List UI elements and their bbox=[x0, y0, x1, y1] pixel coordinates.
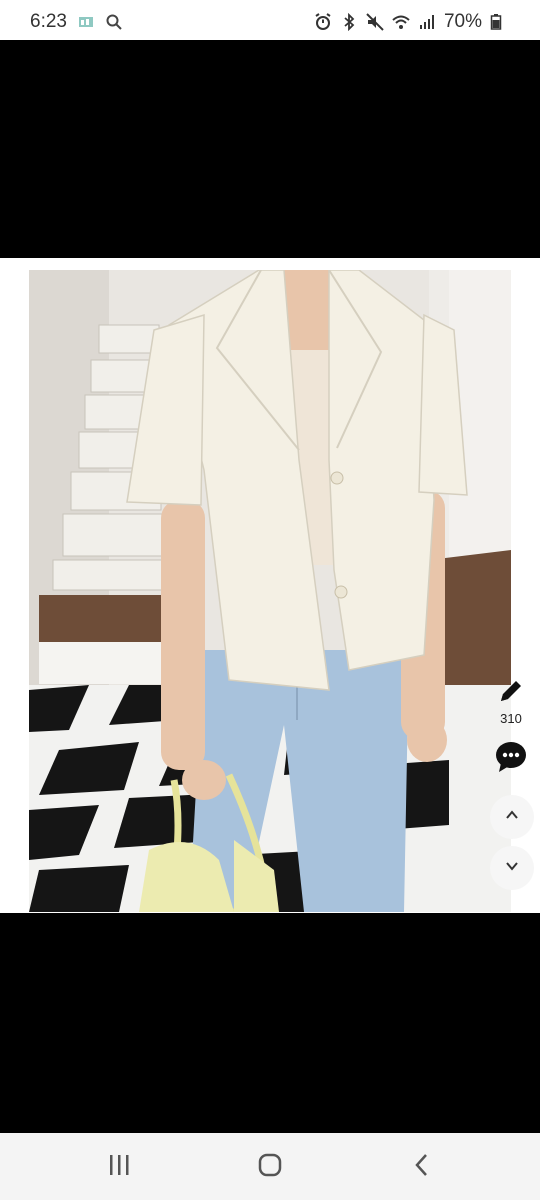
scroll-down-button[interactable] bbox=[490, 846, 534, 890]
back-icon bbox=[410, 1153, 434, 1182]
home-icon bbox=[258, 1153, 282, 1182]
bluetooth-icon bbox=[340, 12, 358, 32]
gallery-icon bbox=[77, 13, 95, 31]
chat-button[interactable] bbox=[495, 741, 527, 773]
signal-icon bbox=[418, 13, 436, 31]
mute-icon bbox=[366, 13, 384, 31]
status-left: 6:23 bbox=[30, 11, 123, 33]
back-button[interactable] bbox=[402, 1151, 442, 1183]
battery-percent: 70% bbox=[443, 11, 482, 32]
chat-icon bbox=[495, 742, 527, 777]
navigation-bar bbox=[0, 1133, 540, 1200]
viewer-background-top bbox=[0, 40, 540, 258]
status-right: 70% bbox=[314, 11, 508, 33]
wifi-icon bbox=[392, 13, 410, 31]
status-time: 6:23 bbox=[30, 11, 67, 32]
product-photo[interactable] bbox=[29, 270, 511, 912]
home-button[interactable] bbox=[250, 1151, 290, 1183]
chevron-down-icon bbox=[504, 858, 520, 879]
recents-button[interactable] bbox=[99, 1151, 139, 1183]
edit-button[interactable] bbox=[494, 676, 528, 710]
chevron-up-icon bbox=[504, 807, 520, 828]
recents-icon bbox=[107, 1153, 131, 1182]
viewer-background-bottom bbox=[0, 913, 540, 1133]
scroll-up-button[interactable] bbox=[490, 795, 534, 839]
status-bar: 6:23 70% bbox=[0, 0, 540, 40]
search-icon bbox=[105, 13, 123, 31]
alarm-icon bbox=[314, 13, 332, 31]
pencil-icon bbox=[497, 677, 525, 710]
edit-count: 310 bbox=[500, 711, 522, 726]
battery-icon bbox=[490, 13, 508, 31]
